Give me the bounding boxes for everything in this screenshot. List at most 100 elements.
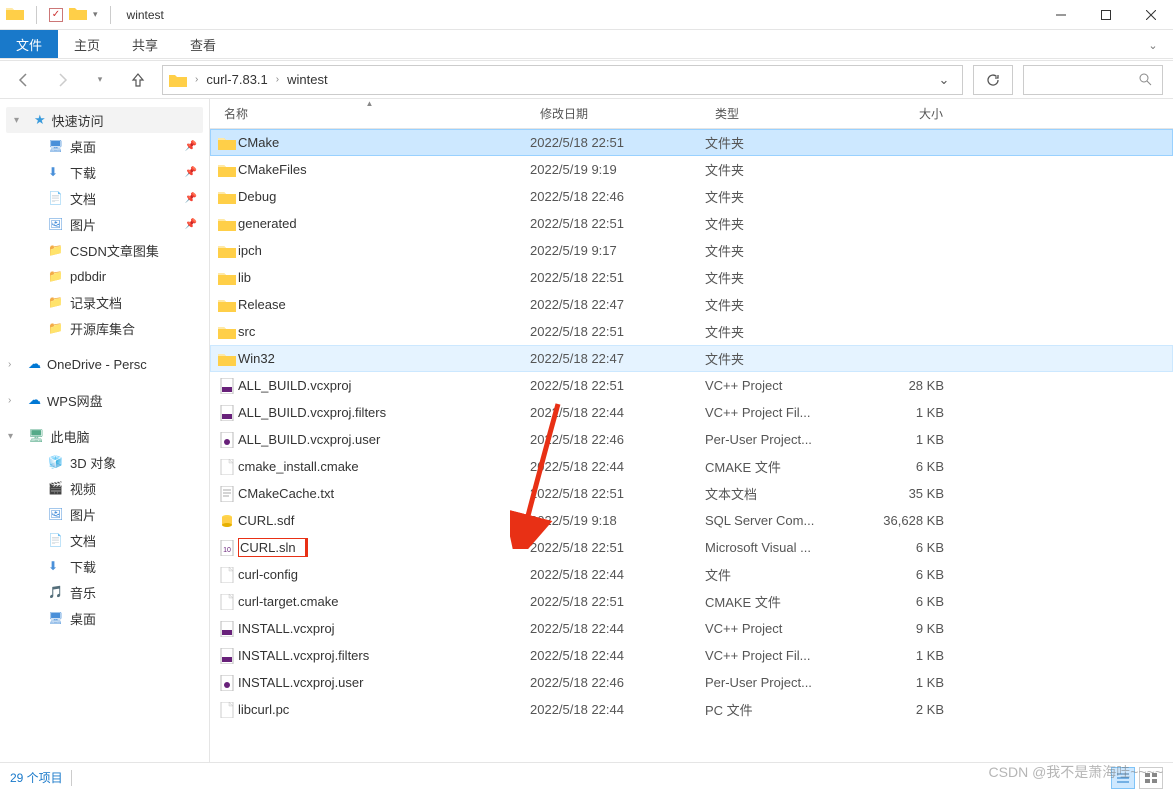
column-size[interactable]: 大小 bbox=[860, 99, 960, 128]
sidebar-item[interactable]: 🖼图片 bbox=[0, 501, 209, 527]
back-button[interactable] bbox=[10, 66, 38, 94]
sidebar-item-label: 快速访问 bbox=[52, 111, 104, 130]
file-name: CMakeCache.txt bbox=[238, 486, 530, 501]
file-name: ALL_BUILD.vcxproj.user bbox=[238, 432, 530, 447]
table-row[interactable]: Release2022/5/18 22:47文件夹 bbox=[210, 291, 1173, 318]
sidebar-item[interactable]: 🖥桌面 bbox=[0, 605, 209, 631]
refresh-button[interactable] bbox=[973, 65, 1013, 95]
qat-folder-icon[interactable] bbox=[69, 6, 87, 23]
navigation-pane: ▾ ★ 快速访问 🖥桌面📌⬇下载📌📄文档📌🖼图片📌📁CSDN文章图集📁pdbdi… bbox=[0, 99, 210, 762]
column-date[interactable]: 修改日期 bbox=[530, 99, 705, 128]
table-row[interactable]: ALL_BUILD.vcxproj.filters2022/5/18 22:44… bbox=[210, 399, 1173, 426]
table-row[interactable]: Win322022/5/18 22:47文件夹 bbox=[210, 345, 1173, 372]
forward-button[interactable] bbox=[48, 66, 76, 94]
table-row[interactable]: lib2022/5/18 22:51文件夹 bbox=[210, 264, 1173, 291]
file-size: 36,628 KB bbox=[860, 513, 960, 528]
file-date: 2022/5/18 22:51 bbox=[530, 270, 705, 285]
folder-icon bbox=[210, 298, 238, 312]
pin-icon: 📌 bbox=[185, 219, 197, 230]
sidebar-item[interactable]: 🖥桌面📌 bbox=[0, 133, 209, 159]
ribbon-expand[interactable]: ⌄ bbox=[1133, 39, 1173, 58]
sidebar-item[interactable]: 📁记录文档 bbox=[0, 289, 209, 315]
sidebar-onedrive[interactable]: › ☁ OneDrive - Persc bbox=[0, 351, 209, 377]
table-row[interactable]: ALL_BUILD.vcxproj2022/5/18 22:51VC++ Pro… bbox=[210, 372, 1173, 399]
sidebar-item[interactable]: ⬇下载 bbox=[0, 553, 209, 579]
file-icon bbox=[210, 378, 238, 394]
tab-view[interactable]: 查看 bbox=[174, 30, 232, 58]
table-row[interactable]: generated2022/5/18 22:51文件夹 bbox=[210, 210, 1173, 237]
chevron-right-icon[interactable]: › bbox=[276, 74, 279, 85]
search-input[interactable] bbox=[1023, 65, 1163, 95]
sidebar-item[interactable]: 🎬视频 bbox=[0, 475, 209, 501]
file-type: 文件夹 bbox=[705, 241, 860, 260]
video-icon: 🎬 bbox=[48, 481, 64, 495]
tab-home[interactable]: 主页 bbox=[58, 30, 116, 58]
file-size: 6 KB bbox=[860, 594, 960, 609]
table-row[interactable]: ALL_BUILD.vcxproj.user2022/5/18 22:46Per… bbox=[210, 426, 1173, 453]
maximize-button[interactable] bbox=[1083, 0, 1128, 30]
table-row[interactable]: CMakeFiles2022/5/19 9:19文件夹 bbox=[210, 156, 1173, 183]
recent-dropdown[interactable]: ▾ bbox=[86, 66, 114, 94]
breadcrumb[interactable]: wintest bbox=[287, 72, 327, 87]
file-name: INSTALL.vcxproj.user bbox=[238, 675, 530, 690]
sidebar-this-pc[interactable]: ▾ 🖥 此电脑 bbox=[0, 423, 209, 449]
table-row[interactable]: INSTALL.vcxproj.user2022/5/18 22:46Per-U… bbox=[210, 669, 1173, 696]
sidebar-quick-access[interactable]: ▾ ★ 快速访问 bbox=[6, 107, 203, 133]
up-button[interactable] bbox=[124, 66, 152, 94]
address-field[interactable]: › curl-7.83.1 › wintest ⌄ bbox=[162, 65, 963, 95]
file-type: 文件夹 bbox=[705, 133, 860, 152]
column-name[interactable]: 名称 ▲ bbox=[210, 99, 530, 128]
sidebar-item[interactable]: 📁开源库集合 bbox=[0, 315, 209, 341]
file-icon bbox=[210, 405, 238, 421]
file-date: 2022/5/19 9:17 bbox=[530, 243, 705, 258]
table-row[interactable]: 10CURL.sln2022/5/18 22:51Microsoft Visua… bbox=[210, 534, 1173, 561]
table-row[interactable]: INSTALL.vcxproj.filters2022/5/18 22:44VC… bbox=[210, 642, 1173, 669]
sidebar-item[interactable]: 🎵音乐 bbox=[0, 579, 209, 605]
column-type[interactable]: 类型 bbox=[705, 99, 860, 128]
tab-file[interactable]: 文件 bbox=[0, 30, 58, 58]
watermark: CSDN @我不是萧海哇~~~~ bbox=[989, 762, 1163, 782]
close-button[interactable] bbox=[1128, 0, 1173, 30]
pin-icon: 📌 bbox=[185, 167, 197, 178]
minimize-button[interactable] bbox=[1038, 0, 1083, 30]
file-type: SQL Server Com... bbox=[705, 513, 860, 528]
sidebar-item[interactable]: 🖼图片📌 bbox=[0, 211, 209, 237]
sidebar-item[interactable]: ⬇下载📌 bbox=[0, 159, 209, 185]
sidebar-item[interactable]: 📁CSDN文章图集 bbox=[0, 237, 209, 263]
table-row[interactable]: CMake2022/5/18 22:51文件夹 bbox=[210, 129, 1173, 156]
tab-share[interactable]: 共享 bbox=[116, 30, 174, 58]
table-row[interactable]: Debug2022/5/18 22:46文件夹 bbox=[210, 183, 1173, 210]
sidebar-item-label: 图片 bbox=[70, 215, 96, 234]
file-size: 35 KB bbox=[860, 486, 960, 501]
file-name: src bbox=[238, 324, 530, 339]
sidebar-item[interactable]: 📁pdbdir bbox=[0, 263, 209, 289]
chevron-right-icon[interactable]: › bbox=[195, 74, 198, 85]
file-type: 文件夹 bbox=[705, 187, 860, 206]
sidebar-item[interactable]: 📄文档 bbox=[0, 527, 209, 553]
table-row[interactable]: cmake_install.cmake2022/5/18 22:44CMAKE … bbox=[210, 453, 1173, 480]
file-size: 1 KB bbox=[860, 432, 960, 447]
table-row[interactable]: CURL.sdf2022/5/19 9:18SQL Server Com...3… bbox=[210, 507, 1173, 534]
address-dropdown[interactable]: ⌄ bbox=[932, 72, 956, 88]
table-row[interactable]: curl-config2022/5/18 22:44文件6 KB bbox=[210, 561, 1173, 588]
sidebar-item[interactable]: 📄文档📌 bbox=[0, 185, 209, 211]
breadcrumb[interactable]: curl-7.83.1 bbox=[206, 72, 267, 87]
checkbox-icon[interactable]: ✓ bbox=[49, 8, 63, 22]
file-date: 2022/5/18 22:51 bbox=[530, 135, 705, 150]
table-row[interactable]: ipch2022/5/19 9:17文件夹 bbox=[210, 237, 1173, 264]
file-size: 6 KB bbox=[860, 459, 960, 474]
qat-dropdown[interactable]: ▾ bbox=[93, 9, 98, 20]
table-row[interactable]: curl-target.cmake2022/5/18 22:51CMAKE 文件… bbox=[210, 588, 1173, 615]
table-row[interactable]: INSTALL.vcxproj2022/5/18 22:44VC++ Proje… bbox=[210, 615, 1173, 642]
music-icon: 🎵 bbox=[48, 585, 64, 599]
folder-icon bbox=[210, 217, 238, 231]
table-row[interactable]: CMakeCache.txt2022/5/18 22:51文本文档35 KB bbox=[210, 480, 1173, 507]
pin-icon: 📌 bbox=[185, 141, 197, 152]
sidebar-wps[interactable]: › ☁ WPS网盘 bbox=[0, 387, 209, 413]
table-row[interactable]: libcurl.pc2022/5/18 22:44PC 文件2 KB bbox=[210, 696, 1173, 723]
cloud-icon: ☁ bbox=[28, 392, 41, 408]
table-row[interactable]: src2022/5/18 22:51文件夹 bbox=[210, 318, 1173, 345]
file-icon: 10 bbox=[210, 540, 238, 556]
item-count: 29 个项目 bbox=[10, 769, 63, 786]
sidebar-item[interactable]: 🧊3D 对象 bbox=[0, 449, 209, 475]
